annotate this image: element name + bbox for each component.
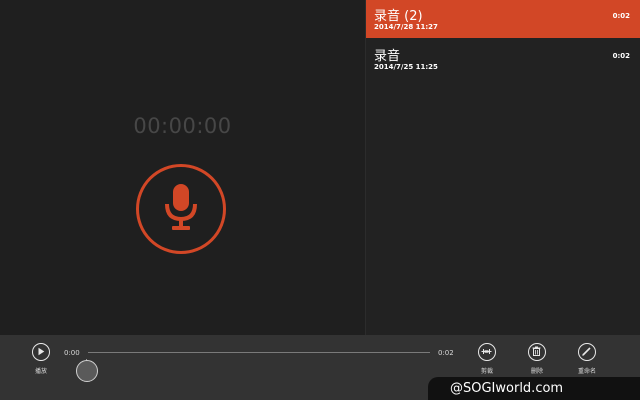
watermark: @SOGIworld.com — [428, 377, 640, 400]
seek-track[interactable] — [88, 352, 430, 353]
play-icon — [38, 347, 45, 356]
recording-name: 录音 — [374, 49, 401, 64]
delete-button[interactable] — [528, 343, 546, 361]
play-label: 播放 — [34, 368, 47, 375]
record-button[interactable] — [136, 164, 226, 254]
rename-icon — [582, 347, 591, 356]
trim-label: 剪裁 — [480, 368, 493, 375]
recording-name: 录音 (2) — [374, 9, 423, 24]
rename-label: 重命名 — [577, 368, 596, 375]
recording-date: 2014/7/28 11:27 — [374, 23, 438, 31]
recording-date: 2014/7/25 11:25 — [374, 63, 438, 71]
recording-duration: 0:02 — [612, 12, 630, 20]
rename-button[interactable] — [578, 343, 596, 361]
recording-item-2[interactable]: 录音 2014/7/25 11:25 0:02 — [366, 40, 640, 78]
trim-button[interactable] — [478, 343, 496, 361]
recordings-list: 录音 (2) 2014/7/28 11:27 0:02 录音 2014/7/25… — [366, 0, 640, 335]
seek-thumb[interactable] — [76, 360, 98, 382]
play-button[interactable] — [32, 343, 50, 361]
delete-icon — [532, 346, 541, 356]
recording-item-1[interactable]: 录音 (2) 2014/7/28 11:27 0:02 — [366, 0, 640, 38]
recorder-pane: 00:00:00 — [0, 0, 365, 335]
recording-count: (2) — [404, 9, 423, 24]
time-total: 0:02 — [438, 349, 454, 357]
delete-label: 删除 — [530, 368, 543, 375]
recording-duration: 0:02 — [612, 52, 630, 60]
time-elapsed: 0:00 — [64, 349, 80, 357]
microphone-icon — [165, 184, 197, 230]
trim-icon — [481, 349, 492, 354]
recording-timer: 00:00:00 — [133, 114, 232, 138]
